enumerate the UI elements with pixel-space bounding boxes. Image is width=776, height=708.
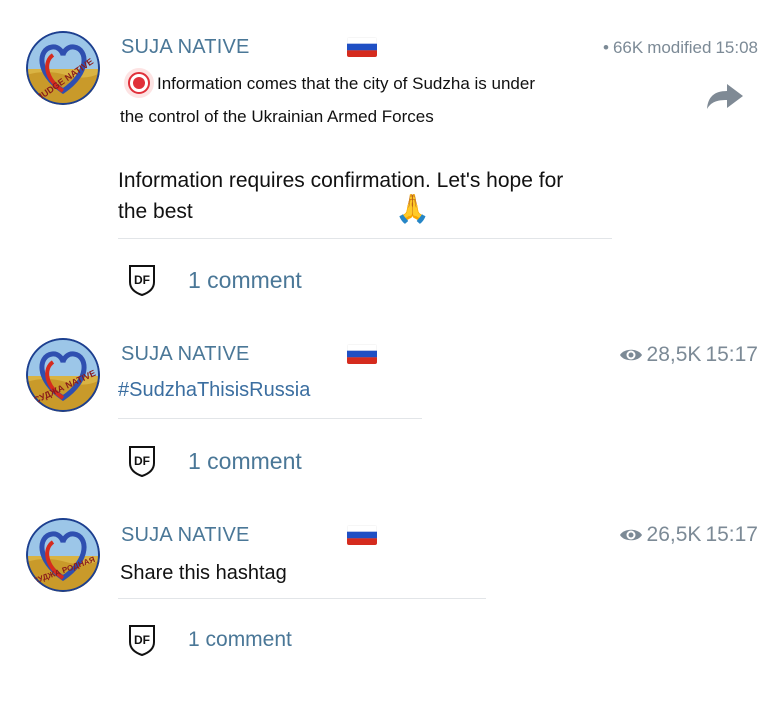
post-divider: [118, 418, 422, 419]
channel-name[interactable]: SUJA NATIVE: [121, 343, 250, 366]
post-meta: 28,5K 15:17: [619, 343, 758, 367]
comment-count: 1 comment: [188, 266, 302, 293]
russia-flag-icon: [347, 344, 377, 364]
forward-arrow-icon[interactable]: [705, 81, 745, 111]
df-logo-icon: DF: [129, 446, 155, 477]
post-text: Share this hashtag: [120, 562, 287, 584]
comments-button[interactable]: DF 1 comment: [126, 445, 302, 477]
message-line-2: the best: [118, 200, 193, 223]
comment-count: 1 comment: [188, 447, 302, 474]
post-meta: • 66K modified 15:08: [603, 38, 758, 58]
post-divider: [118, 598, 486, 599]
post-time: 15:08: [715, 38, 758, 57]
view-count: 28,5K: [646, 343, 702, 366]
view-count: 26,5K: [646, 523, 702, 546]
praying-hands-emoji: 🙏: [395, 193, 430, 224]
channel-name[interactable]: SUJA NATIVE: [121, 36, 250, 59]
post-time: 15:17: [705, 343, 758, 366]
svg-text:DF: DF: [134, 633, 150, 647]
russia-flag-icon: [347, 37, 377, 57]
forwarded-text-line-2: the control of the Ukrainian Armed Force…: [120, 107, 434, 126]
comments-button[interactable]: DF 1 comment: [126, 264, 302, 296]
df-logo-icon: DF: [129, 625, 155, 656]
svg-text:DF: DF: [134, 454, 150, 468]
channel-avatar[interactable]: СУДЖА РОДНАЯ: [26, 518, 100, 592]
eye-icon: [619, 349, 642, 361]
svg-text:DF: DF: [134, 273, 150, 287]
post-time: 15:17: [705, 523, 758, 546]
post-divider: [118, 238, 612, 239]
eye-icon: [619, 529, 642, 541]
channel-avatar[interactable]: СУДЖА NATIVE: [26, 338, 100, 412]
edited-label: modified: [647, 38, 712, 57]
red-circle-icon: [122, 66, 156, 100]
comments-button[interactable]: DF 1 comment: [126, 624, 292, 656]
df-logo-icon: DF: [129, 265, 155, 296]
channel-avatar[interactable]: JUDGE NATIVE: [26, 31, 100, 105]
message-line-1: Information requires confirmation. Let's…: [118, 169, 564, 192]
forwarded-text-line-1: Information comes that the city of Sudzh…: [157, 74, 535, 93]
comment-count: 1 comment: [188, 628, 292, 651]
channel-name[interactable]: SUJA NATIVE: [121, 524, 250, 547]
hashtag-link[interactable]: #SudzhaThisisRussia: [118, 379, 310, 402]
meta-bullet: •: [602, 38, 609, 57]
post-meta: 26,5K 15:17: [619, 523, 758, 547]
view-count: 66K: [612, 38, 644, 57]
russia-flag-icon: [347, 525, 377, 545]
